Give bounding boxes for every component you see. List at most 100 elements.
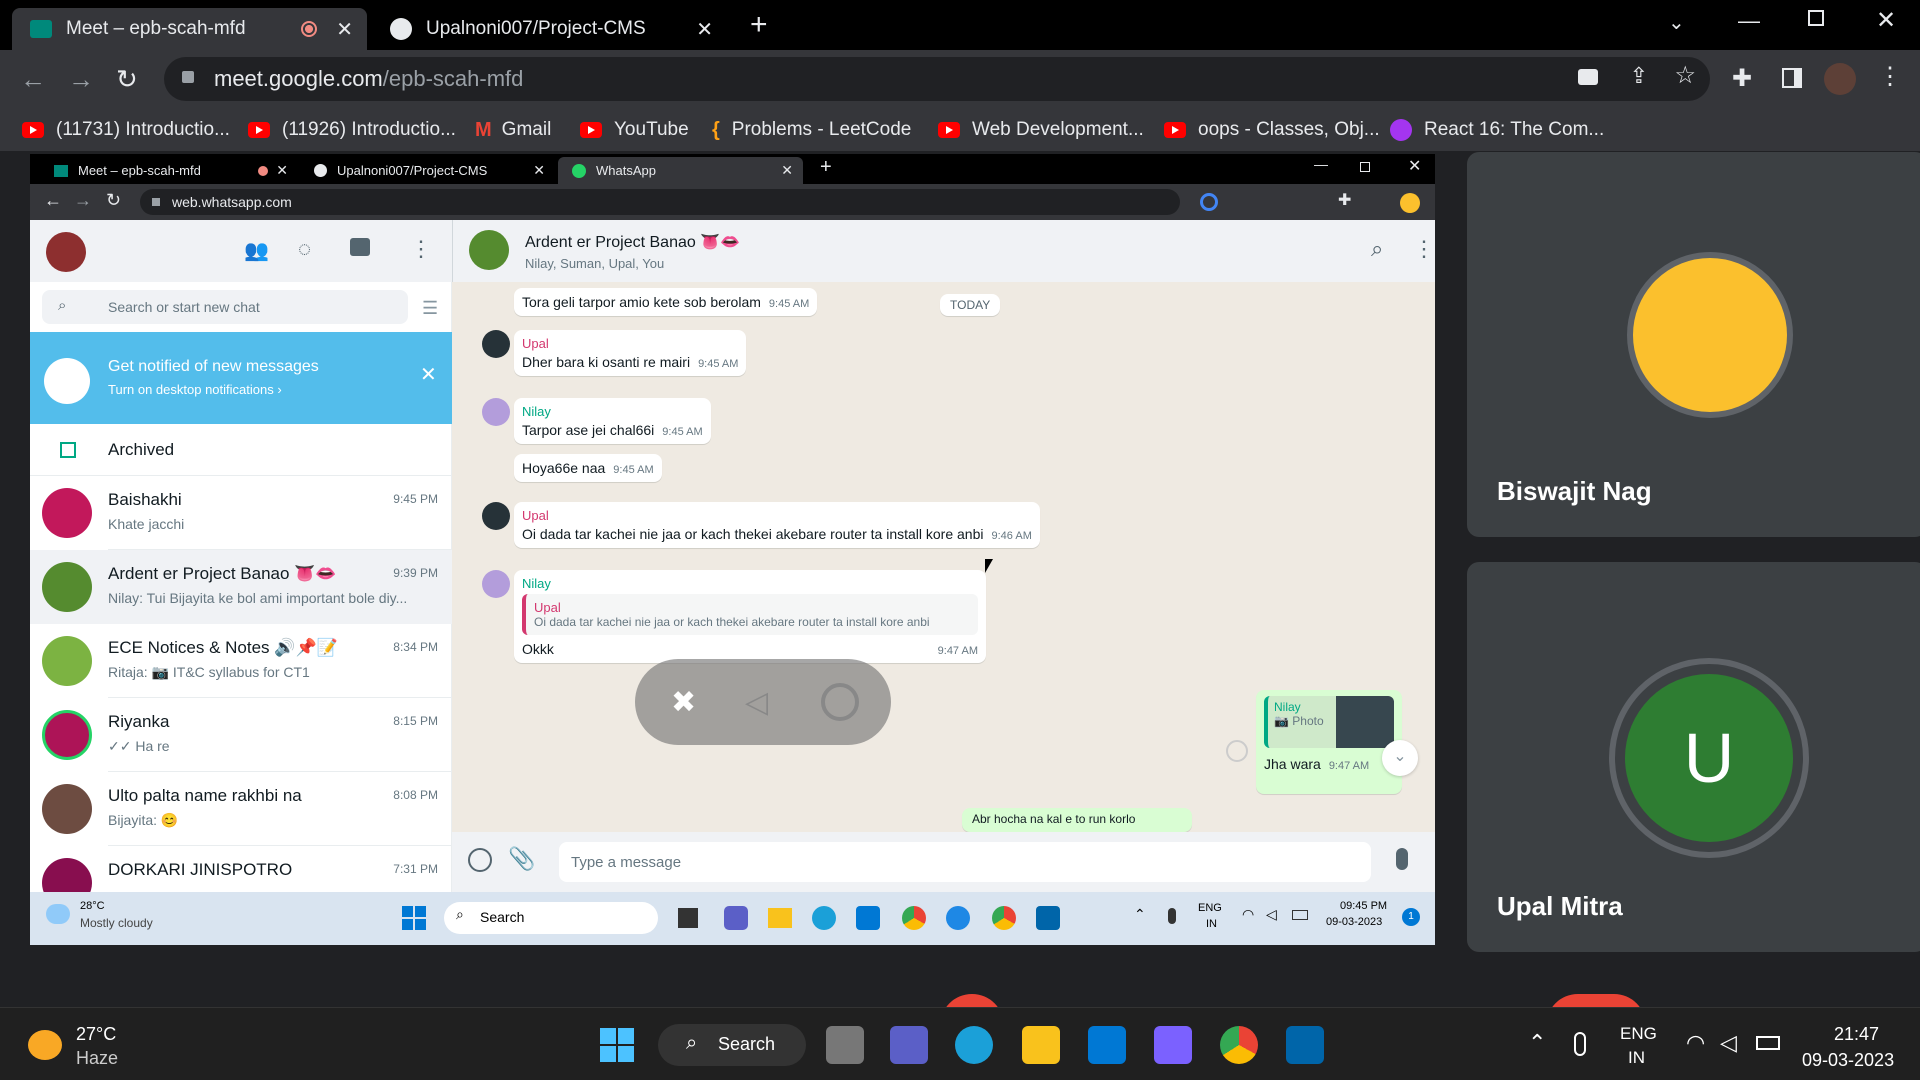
tab-search-icon[interactable]: ⌄ bbox=[1668, 10, 1685, 35]
search-icon[interactable]: ⌕ bbox=[1371, 236, 1383, 262]
task-view-icon[interactable] bbox=[826, 1026, 864, 1064]
volume-icon[interactable]: ◁ bbox=[1266, 906, 1277, 923]
attach-icon[interactable]: 📎 bbox=[508, 846, 535, 872]
vscode-icon[interactable] bbox=[1286, 1026, 1324, 1064]
chrome-icon[interactable] bbox=[1220, 1026, 1258, 1064]
menu-icon[interactable]: ⋮ bbox=[410, 236, 432, 262]
status-icon[interactable]: ◌ bbox=[298, 236, 311, 262]
reload-icon[interactable]: ↻ bbox=[116, 64, 138, 95]
message-bubble[interactable]: Tora geli tarpor amio kete sob berolam 9:… bbox=[514, 288, 818, 316]
quoted-message[interactable]: Nilay 📷 Photo bbox=[1264, 696, 1394, 748]
close-tab-icon[interactable]: ✕ bbox=[533, 162, 545, 179]
outgoing-message-partial[interactable]: Abr hocha na kal e to run korlo bbox=[962, 808, 1192, 832]
forward-icon[interactable]: → bbox=[74, 190, 92, 211]
new-chat-icon[interactable] bbox=[350, 238, 370, 256]
conversation-header[interactable]: Ardent er Project Banao 👅👄 Nilay, Suman,… bbox=[452, 220, 1435, 282]
edge-icon[interactable] bbox=[955, 1026, 993, 1064]
battery-icon[interactable] bbox=[1292, 910, 1308, 920]
teams-icon[interactable] bbox=[890, 1026, 928, 1064]
close-tab-icon[interactable]: ✕ bbox=[696, 17, 713, 42]
bookmark-item[interactable]: (11731) Introductio... bbox=[22, 108, 230, 152]
inner-tab-whatsapp[interactable]: WhatsApp ✕ bbox=[558, 157, 803, 184]
close-tab-icon[interactable]: ✕ bbox=[336, 17, 353, 42]
communities-icon[interactable]: 👥 bbox=[244, 238, 269, 263]
notif-link[interactable]: Turn on desktop notifications › bbox=[108, 382, 282, 397]
microphone-icon[interactable] bbox=[1396, 848, 1408, 870]
archived-row[interactable]: Archived bbox=[30, 424, 452, 476]
message-bubble[interactable]: Upal Dher bara ki osanti re mairi 9:45 AM bbox=[514, 330, 747, 376]
close-tab-icon[interactable]: ✕ bbox=[781, 162, 793, 179]
message-bubble[interactable]: Nilay Upal Oi dada tar kachei nie jaa or… bbox=[514, 570, 986, 663]
help-icon[interactable] bbox=[946, 906, 970, 930]
chevron-up-icon[interactable]: ⌃ bbox=[1134, 906, 1146, 923]
record-icon[interactable] bbox=[821, 683, 859, 721]
message-input[interactable]: Type a message bbox=[559, 842, 1371, 882]
filter-icon[interactable]: ☰ bbox=[422, 298, 438, 319]
bookmark-item[interactable]: (11926) Introductio... bbox=[248, 108, 456, 152]
new-tab-button[interactable]: + bbox=[820, 156, 832, 179]
tab-github[interactable]: Upalnoni007/Project-CMS ✕ bbox=[372, 8, 727, 50]
menu-icon[interactable]: ⋮ bbox=[1413, 236, 1435, 262]
close-tab-icon[interactable]: ✕ bbox=[276, 162, 288, 179]
close-window-icon[interactable]: ✕ bbox=[1408, 156, 1421, 176]
profile-avatar[interactable] bbox=[1824, 63, 1856, 95]
teams-icon[interactable] bbox=[724, 906, 748, 930]
tab-meet[interactable]: Meet – epb-scah-mfd ✕ bbox=[12, 8, 367, 50]
profile-avatar[interactable] bbox=[1400, 193, 1420, 213]
taskbar-search[interactable]: ⌕ Search bbox=[658, 1024, 806, 1066]
inner-tab-github[interactable]: Upalnoni007/Project-CMS ✕ bbox=[300, 157, 555, 184]
extensions-icon[interactable]: ✚ bbox=[1732, 64, 1752, 93]
reload-icon[interactable]: ↻ bbox=[106, 190, 121, 211]
back-icon[interactable]: ← bbox=[20, 64, 46, 95]
participant-tile[interactable]: Biswajit Nag bbox=[1467, 152, 1920, 537]
my-avatar[interactable] bbox=[46, 232, 86, 272]
side-panel-icon[interactable] bbox=[1782, 68, 1802, 88]
microphone-icon[interactable] bbox=[1574, 1032, 1586, 1056]
edge-icon[interactable] bbox=[812, 906, 836, 930]
message-bubble[interactable]: Hoya66e naa 9:45 AM bbox=[514, 454, 662, 482]
vscode-icon[interactable] bbox=[1036, 906, 1060, 930]
wifi-icon[interactable]: ◠ bbox=[1242, 906, 1254, 923]
chat-item-active[interactable]: Ardent er Project Banao 👅👄 Nilay: Tui Bi… bbox=[30, 550, 452, 624]
bookmark-item[interactable]: {Problems - LeetCode bbox=[712, 108, 911, 152]
bookmark-item[interactable]: React 16: The Com... bbox=[1390, 108, 1604, 152]
store-icon[interactable] bbox=[856, 906, 880, 930]
scroll-down-button[interactable]: ⌄ bbox=[1382, 740, 1418, 776]
address-bar[interactable]: meet.google.com/epb-scah-mfd ⇪ ☆ bbox=[164, 57, 1710, 101]
chat-item[interactable]: ECE Notices & Notes 🔊📌📝 Ritaja: 📷 IT&C s… bbox=[30, 624, 452, 698]
task-view-icon[interactable] bbox=[678, 908, 698, 928]
app-icon[interactable] bbox=[1154, 1026, 1192, 1064]
participant-tile[interactable]: U Upal Mitra bbox=[1467, 562, 1920, 952]
pin-off-icon[interactable]: ✖ bbox=[671, 685, 696, 720]
message-bubble[interactable]: Nilay Tarpor ase jei chal66i 9:45 AM bbox=[514, 398, 711, 444]
chevron-up-icon[interactable]: ⌃ bbox=[1528, 1030, 1546, 1056]
forward-icon[interactable] bbox=[1226, 740, 1248, 762]
minimize-icon[interactable]: — bbox=[1314, 156, 1328, 172]
chat-item[interactable]: Baishakhi Khate jacchi 9:45 PM bbox=[30, 476, 452, 550]
start-icon[interactable] bbox=[600, 1028, 634, 1062]
menu-icon[interactable]: ⋮ bbox=[1878, 62, 1902, 91]
back-icon[interactable]: ← bbox=[44, 190, 62, 211]
bookmark-item[interactable]: oops - Classes, Obj... bbox=[1164, 108, 1380, 152]
wifi-icon[interactable]: ◠ bbox=[1686, 1030, 1705, 1056]
close-window-icon[interactable]: ✕ bbox=[1876, 6, 1896, 35]
explorer-icon[interactable] bbox=[1022, 1026, 1060, 1064]
taskbar-search[interactable]: ⌕ Search bbox=[444, 902, 658, 934]
extensions-icon[interactable]: ✚ bbox=[1338, 190, 1351, 210]
mute-icon[interactable]: ◁ bbox=[745, 685, 768, 720]
bookmark-item[interactable]: YouTube bbox=[580, 108, 689, 152]
close-icon[interactable]: ✕ bbox=[420, 362, 437, 387]
message-bubble[interactable]: Upal Oi dada tar kachei nie jaa or kach … bbox=[514, 502, 1040, 548]
explorer-icon[interactable] bbox=[768, 908, 792, 928]
chat-item[interactable]: Riyanka ✓✓ Ha re 8:15 PM bbox=[30, 698, 452, 772]
start-icon[interactable] bbox=[402, 906, 426, 930]
inner-address-bar[interactable]: web.whatsapp.com bbox=[140, 189, 1180, 215]
chrome-icon[interactable] bbox=[992, 906, 1016, 930]
inner-tab-meet[interactable]: Meet – epb-scah-mfd ✕ bbox=[40, 157, 298, 184]
bookmark-item[interactable]: Web Development... bbox=[938, 108, 1144, 152]
microphone-icon[interactable] bbox=[1168, 908, 1176, 924]
minimize-icon[interactable]: — bbox=[1738, 8, 1760, 34]
notification-badge[interactable]: 1 bbox=[1402, 908, 1420, 926]
forward-icon[interactable]: → bbox=[68, 64, 94, 95]
battery-icon[interactable] bbox=[1756, 1036, 1780, 1050]
